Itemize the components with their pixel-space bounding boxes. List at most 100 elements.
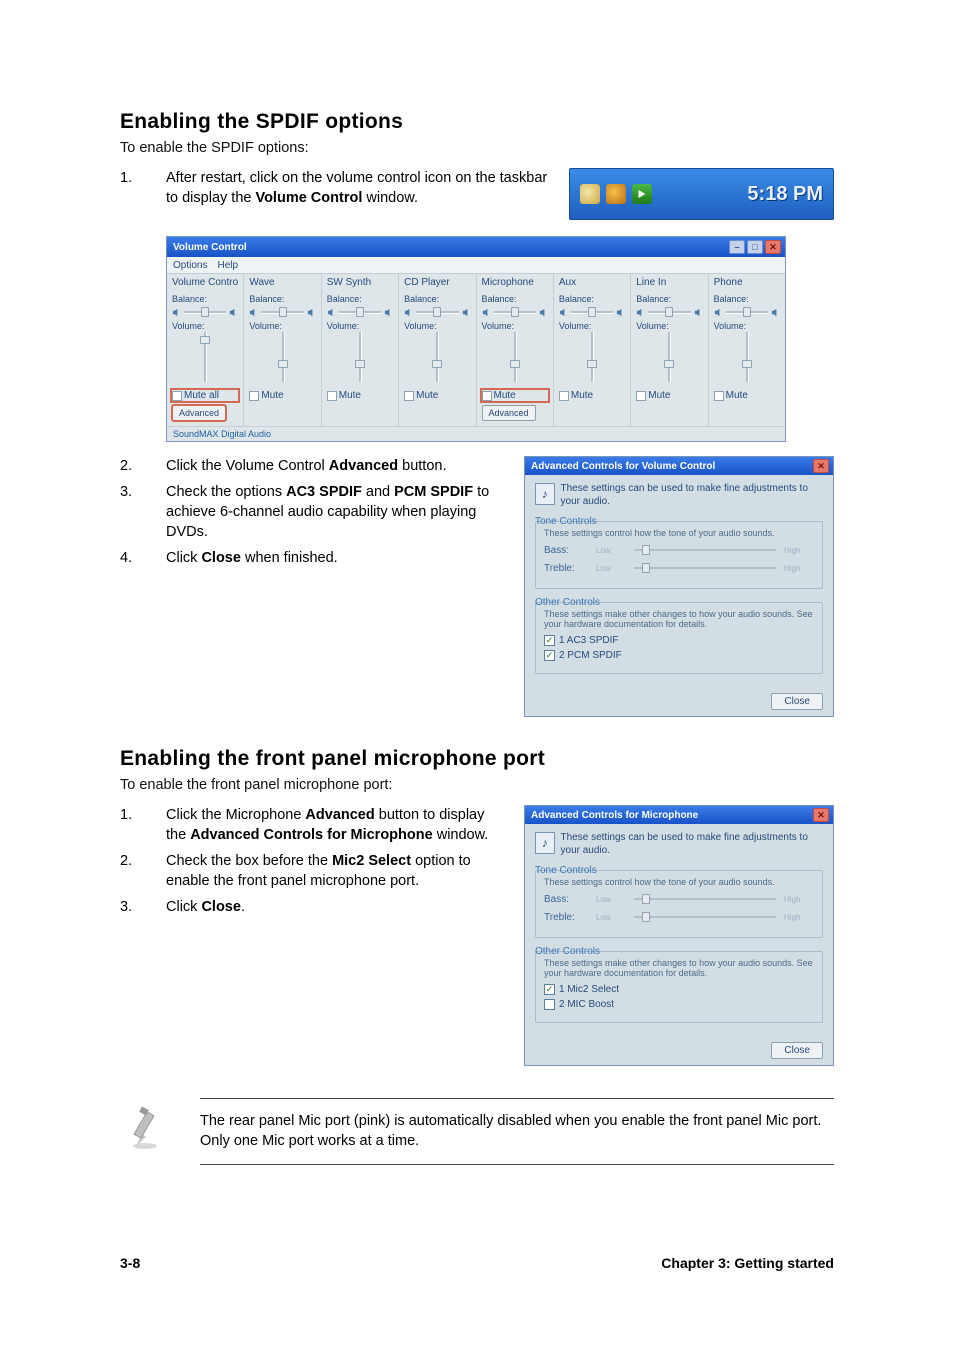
mute-checkbox[interactable]: Mute <box>249 390 315 401</box>
advanced-volume-dialog: Advanced Controls for Volume Control ✕ ♪… <box>524 456 834 717</box>
section2-step-2: 2. Check the box before the Mic2 Select … <box>120 851 506 891</box>
advanced-button[interactable]: Advanced <box>172 405 226 421</box>
bass-label: Bass: <box>544 545 588 556</box>
checkbox-icon <box>172 391 182 401</box>
volume-label: Volume: <box>559 321 625 332</box>
speaker-left-icon <box>249 308 258 317</box>
speaker-left-icon <box>172 308 181 317</box>
chapter-title: Chapter 3: Getting started <box>661 1255 834 1271</box>
dialog-title: Advanced Controls for Microphone <box>531 810 813 821</box>
volume-slider[interactable] <box>355 332 365 382</box>
tray-volume-icon[interactable] <box>606 184 626 204</box>
channels: Volume Control Balance: Volume: Mute all Adv… <box>167 274 785 426</box>
balance-slider[interactable] <box>416 307 458 317</box>
section1-intro: To enable the SPDIF options: <box>120 140 834 156</box>
mute-label: Mute <box>726 390 748 401</box>
speaker-right-icon <box>694 308 703 317</box>
volume-slider[interactable] <box>664 332 674 382</box>
menu-options[interactable]: Options <box>173 260 207 271</box>
volume-slider[interactable] <box>200 332 210 382</box>
treble-slider[interactable] <box>634 911 776 923</box>
mute-label: Mute <box>494 390 516 401</box>
checkbox-icon <box>559 391 569 401</box>
balance-label: Balance: <box>404 294 470 305</box>
mute-checkbox[interactable]: Mute <box>482 390 548 401</box>
balance-slider[interactable] <box>184 307 226 317</box>
volume-label: Volume: <box>249 321 315 332</box>
treble-slider[interactable] <box>634 562 776 574</box>
section1-step-4: 4. Click Close when finished. <box>120 548 506 568</box>
tone-controls-desc: These settings control how the tone of y… <box>544 528 814 538</box>
close-button[interactable]: ✕ <box>813 459 829 473</box>
balance-slider[interactable] <box>261 307 303 317</box>
volume-label: Volume: <box>714 321 780 332</box>
mute-checkbox[interactable]: Mute <box>636 390 702 401</box>
close-button[interactable]: ✕ <box>813 808 829 822</box>
tray-media-icon[interactable] <box>632 184 652 204</box>
volume-slider[interactable] <box>432 332 442 382</box>
bass-row: Bass: Low High <box>544 893 814 905</box>
mute-checkbox[interactable]: Mute <box>714 390 780 401</box>
close-button[interactable]: Close <box>771 1042 823 1059</box>
mic-boost-checkbox[interactable]: 2 MIC Boost <box>544 999 814 1010</box>
volume-slider[interactable] <box>278 332 288 382</box>
speaker-right-icon <box>539 308 548 317</box>
channel-name: Volume Control <box>172 277 238 290</box>
volume-slider[interactable] <box>742 332 752 382</box>
balance-slider[interactable] <box>571 307 613 317</box>
step-text: Click the Volume Control Advanced button… <box>166 456 506 476</box>
balance-slider[interactable] <box>494 307 536 317</box>
advanced-button[interactable]: Advanced <box>482 405 536 421</box>
volume-slider[interactable] <box>510 332 520 382</box>
mute-checkbox[interactable]: Mute all <box>172 390 238 401</box>
advanced-microphone-dialog: Advanced Controls for Microphone ✕ ♪ The… <box>524 805 834 1066</box>
checkbox-icon <box>544 635 555 646</box>
taskbar-tray: 5:18 PM <box>569 168 834 220</box>
speaker-left-icon <box>636 308 645 317</box>
volume-label: Volume: <box>482 321 548 332</box>
speaker-right-icon <box>462 308 471 317</box>
window-title: Volume Control <box>173 242 729 253</box>
balance-slider[interactable] <box>648 307 690 317</box>
close-button[interactable]: ✕ <box>765 240 781 254</box>
close-button[interactable]: Close <box>771 693 823 710</box>
mute-checkbox[interactable]: Mute <box>559 390 625 401</box>
checkbox-icon <box>327 391 337 401</box>
maximize-button[interactable]: □ <box>747 240 763 254</box>
info-icon: ♪ <box>535 832 555 854</box>
channel-name: Wave <box>249 277 315 290</box>
mute-checkbox[interactable]: Mute <box>404 390 470 401</box>
mute-label: Mute <box>416 390 438 401</box>
mixer-channel: PhoneBalance:Volume:Mute <box>709 274 785 426</box>
balance-label: Balance: <box>482 294 548 305</box>
bass-slider[interactable] <box>634 893 776 905</box>
mute-label: Mute <box>261 390 283 401</box>
channel-name: CD Player <box>404 277 470 290</box>
ac3-spdif-checkbox[interactable]: 1 AC3 SPDIF <box>544 635 814 646</box>
speaker-right-icon <box>616 308 625 317</box>
checkbox-icon <box>636 391 646 401</box>
checkbox-icon <box>249 391 259 401</box>
tray-icon[interactable] <box>580 184 600 204</box>
minimize-button[interactable]: – <box>729 240 745 254</box>
balance-label: Balance: <box>249 294 315 305</box>
menu-help[interactable]: Help <box>217 260 238 271</box>
balance-slider[interactable] <box>339 307 381 317</box>
volume-slider[interactable] <box>587 332 597 382</box>
volume-label: Volume: <box>327 321 393 332</box>
balance-label: Balance: <box>172 294 238 305</box>
note-block: The rear panel Mic port (pink) is automa… <box>120 1098 834 1165</box>
step-text: Click the Microphone Advanced button to … <box>166 805 506 845</box>
mic2-select-checkbox[interactable]: 1 Mic2 Select <box>544 984 814 995</box>
mute-checkbox[interactable]: Mute <box>327 390 393 401</box>
speaker-left-icon <box>559 308 568 317</box>
bass-slider[interactable] <box>634 544 776 556</box>
speaker-left-icon <box>327 308 336 317</box>
balance-label: Balance: <box>327 294 393 305</box>
balance-slider[interactable] <box>726 307 768 317</box>
balance-label: Balance: <box>714 294 780 305</box>
section1-step-3: 3. Check the options AC3 SPDIF and PCM S… <box>120 482 506 542</box>
section1-step-2: 2. Click the Volume Control Advanced but… <box>120 456 506 476</box>
other-controls-desc: These settings make other changes to how… <box>544 609 814 629</box>
pcm-spdif-checkbox[interactable]: 2 PCM SPDIF <box>544 650 814 661</box>
